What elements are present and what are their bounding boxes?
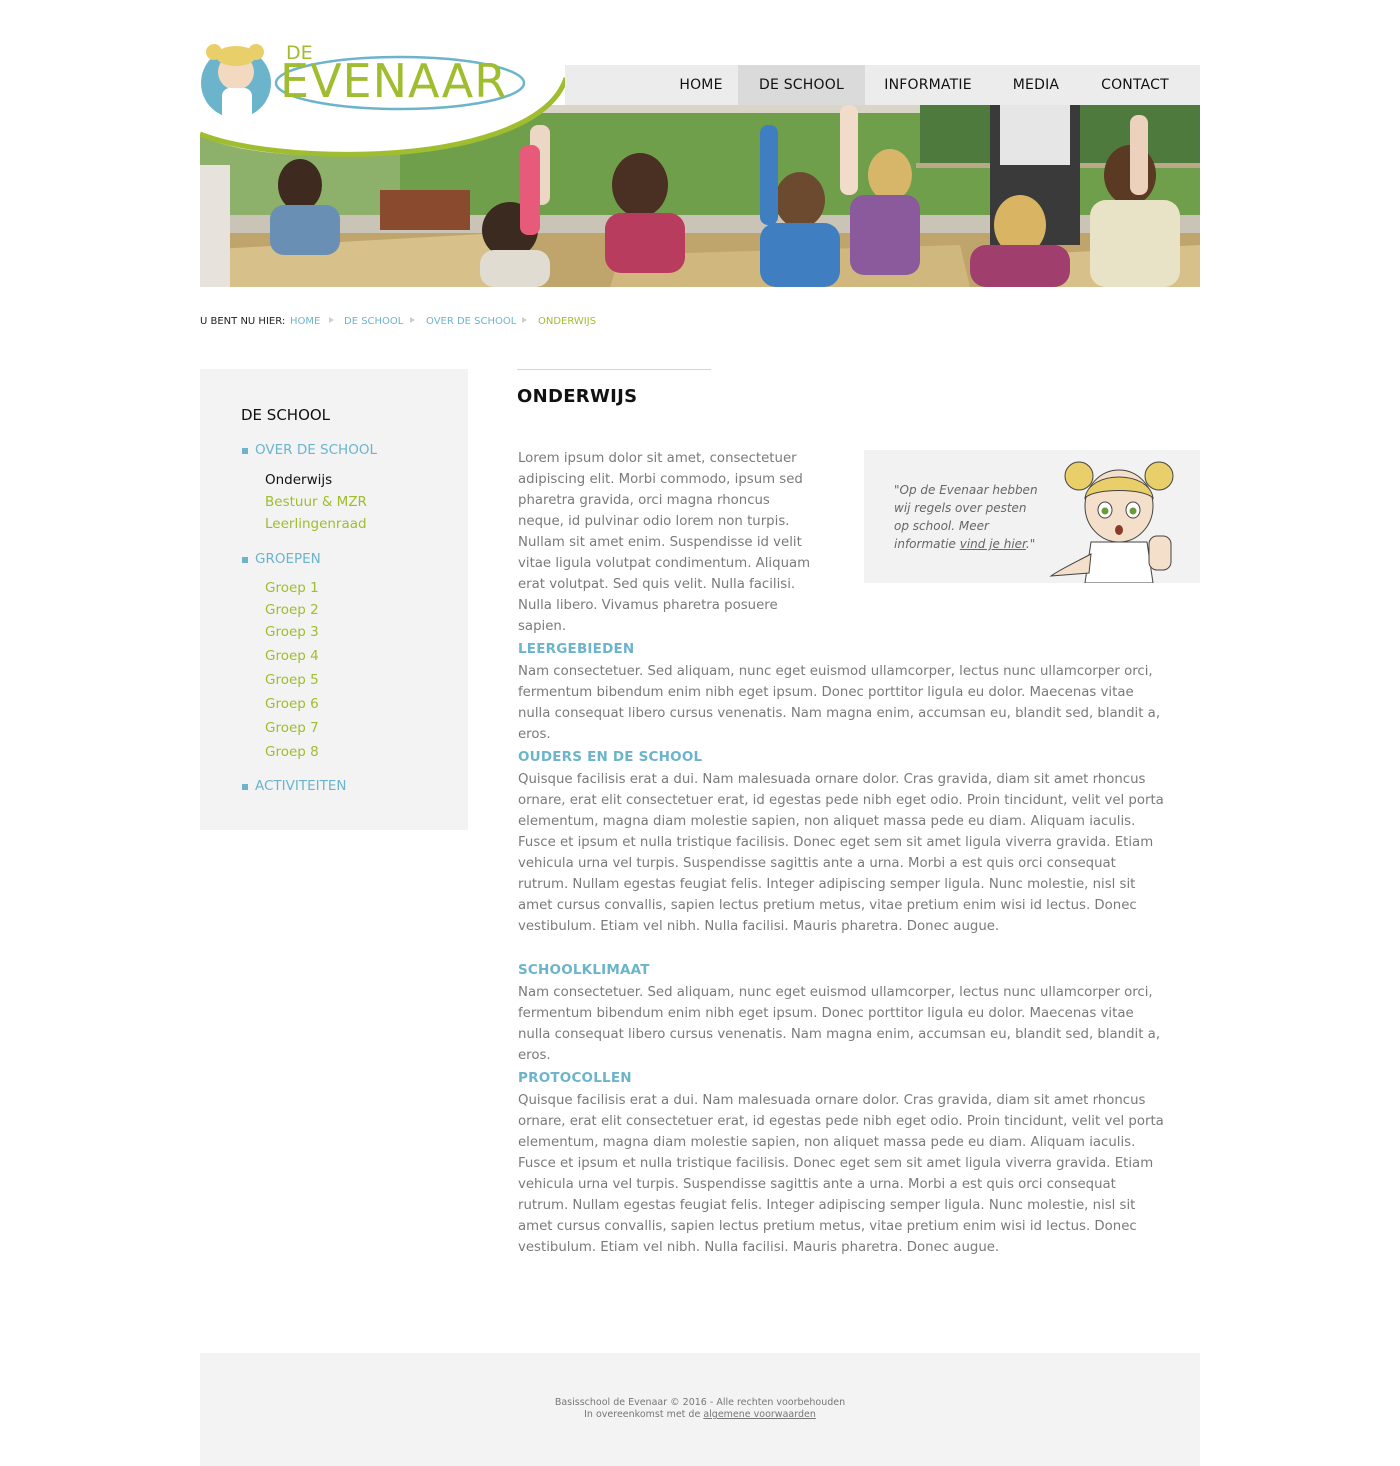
section-heading-leergebieden: LEERGEBIEDEN: [518, 641, 635, 657]
breadcrumb-over-de-school[interactable]: OVER DE SCHOOL: [426, 316, 516, 327]
breadcrumb-prefix: U BENT NU HIER:: [200, 316, 286, 327]
section-heading-protocollen: PROTOCOLLEN: [518, 1070, 632, 1086]
footer-copyright: Basisschool de Evenaar © 2016 - Alle rec…: [554, 1397, 846, 1408]
square-bullet-icon: [242, 448, 248, 454]
breadcrumb-de-school[interactable]: DE SCHOOL: [344, 316, 403, 327]
quote-text: "Op de Evenaar hebben wij regels over pe…: [894, 481, 1044, 553]
breadcrumb-home[interactable]: HOME: [290, 316, 320, 327]
nav-media[interactable]: MEDIA: [1001, 65, 1071, 105]
sidebar-item-groep-7[interactable]: Groep 7: [265, 720, 319, 736]
site-header: DE EVENAAR HOME DE SCHOOL INFORMATIE MED…: [199, 38, 1200, 288]
sidebar-item-groep-2[interactable]: Groep 2: [265, 602, 319, 618]
quote-link[interactable]: vind je hier: [960, 537, 1026, 551]
breadcrumb-current: ONDERWIJS: [538, 316, 597, 327]
sidebar-item-groep-4[interactable]: Groep 4: [265, 648, 319, 664]
site-footer: Basisschool de Evenaar © 2016 - Alle rec…: [200, 1353, 1200, 1466]
breadcrumb-separator-icon: [522, 317, 527, 323]
sidebar-navigation: DE SCHOOL OVER DE SCHOOL Onderwijs Bestu…: [200, 369, 468, 830]
sidebar-item-groep-1[interactable]: Groep 1: [265, 580, 319, 596]
quote-box: "Op de Evenaar hebben wij regels over pe…: [864, 450, 1200, 583]
nav-home[interactable]: HOME: [673, 65, 729, 105]
title-divider: [517, 369, 711, 370]
sidebar-category-over-de-school[interactable]: OVER DE SCHOOL: [255, 442, 377, 458]
sidebar-item-bestuur-mzr[interactable]: Bestuur & MZR: [265, 494, 367, 510]
breadcrumb-separator-icon: [329, 317, 334, 323]
sidebar-category-groepen[interactable]: GROEPEN: [255, 551, 321, 567]
nav-de-school[interactable]: DE SCHOOL: [738, 65, 865, 105]
girl-mascot-illustration: [1049, 461, 1174, 583]
section-text-ouders: Quisque facilisis erat a dui. Nam malesu…: [518, 772, 1164, 934]
footer-terms-text: In overeenkomst met de: [584, 1409, 704, 1420]
sidebar-title: DE SCHOOL: [241, 406, 331, 424]
nav-contact[interactable]: CONTACT: [1091, 65, 1179, 105]
section-heading-schoolklimaat: SCHOOLKLIMAAT: [518, 962, 650, 978]
section-text-leergebieden: Nam consectetuer. Sed aliquam, nunc eget…: [518, 664, 1161, 742]
section-heading-ouders: OUDERS EN DE SCHOOL: [518, 749, 703, 765]
sidebar-category-activiteiten[interactable]: ACTIVITEITEN: [255, 778, 347, 794]
main-navigation: HOME DE SCHOOL INFORMATIE MEDIA CONTACT: [565, 65, 1200, 105]
section-text-protocollen: Quisque facilisis erat a dui. Nam malesu…: [518, 1093, 1164, 1255]
intro-paragraph: Lorem ipsum dolor sit amet, consectetuer…: [518, 451, 811, 634]
footer-terms-line: In overeenkomst met de algemene voorwaar…: [200, 1409, 1200, 1420]
quote-text-after: .": [1025, 537, 1036, 551]
sidebar-item-onderwijs[interactable]: Onderwijs: [265, 472, 332, 488]
square-bullet-icon: [242, 557, 248, 563]
footer-terms-link[interactable]: algemene voorwaarden: [703, 1409, 816, 1420]
logo-evenaar: EVENAAR: [280, 54, 508, 108]
square-bullet-icon: [242, 784, 248, 790]
sidebar-item-leerlingenraad[interactable]: Leerlingenraad: [265, 516, 367, 532]
section-text-schoolklimaat: Nam consectetuer. Sed aliquam, nunc eget…: [518, 985, 1161, 1063]
page-title: ONDERWIJS: [517, 386, 638, 407]
sidebar-item-groep-5[interactable]: Groep 5: [265, 672, 319, 688]
sidebar-item-groep-8[interactable]: Groep 8: [265, 744, 319, 760]
breadcrumb-separator-icon: [410, 317, 415, 323]
sidebar-item-groep-3[interactable]: Groep 3: [265, 624, 319, 640]
nav-informatie[interactable]: INFORMATIE: [877, 65, 979, 105]
logo[interactable]: DE EVENAAR: [199, 38, 572, 158]
sidebar-item-groep-6[interactable]: Groep 6: [265, 696, 319, 712]
